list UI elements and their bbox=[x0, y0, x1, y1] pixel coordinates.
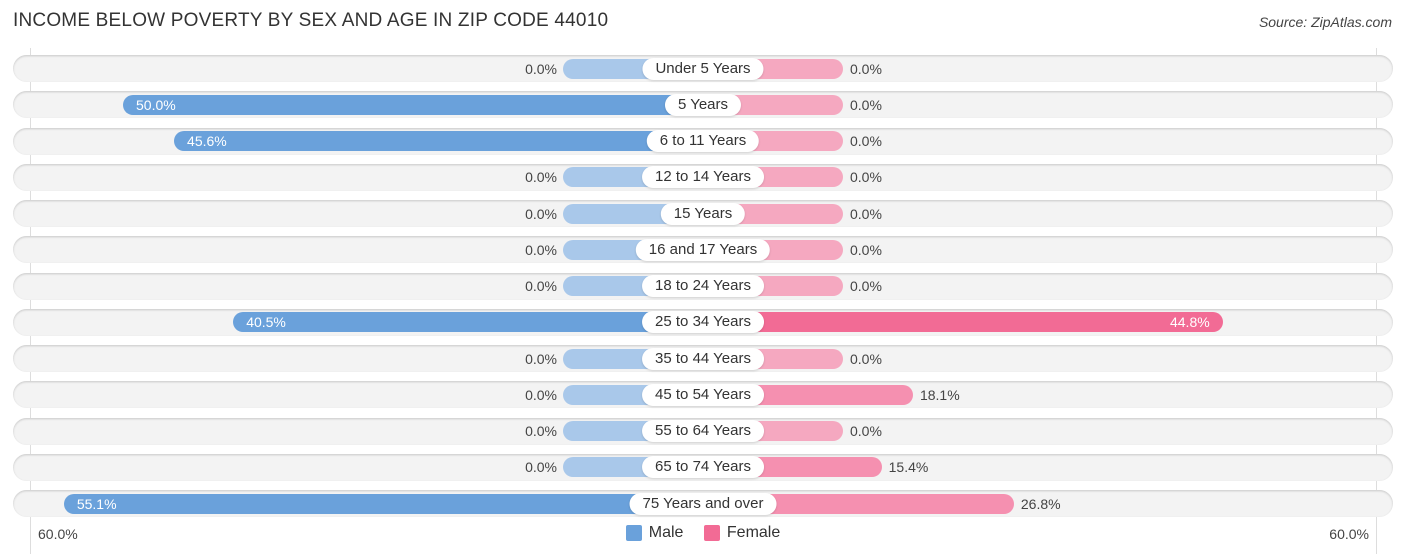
category-label: 55 to 64 Years bbox=[642, 420, 764, 442]
legend-swatch-male bbox=[625, 525, 642, 541]
value-label-male: 0.0% bbox=[525, 169, 557, 186]
legend: Male Female bbox=[0, 524, 1406, 546]
value-label-female: 0.0% bbox=[850, 278, 882, 294]
category-label: Under 5 Years bbox=[642, 57, 764, 80]
legend-item-male: Male bbox=[625, 524, 684, 542]
chart-title: INCOME BELOW POVERTY BY SEX AND AGE IN Z… bbox=[13, 10, 609, 31]
legend-label-female: Female bbox=[726, 524, 781, 541]
value-label-male: 0.0% bbox=[525, 423, 557, 439]
value-label-female: 0.0% bbox=[850, 133, 882, 149]
value-label-male: 40.5% bbox=[246, 314, 286, 331]
value-label-female: 18.1% bbox=[919, 386, 960, 403]
value-label-male: 0.0% bbox=[525, 241, 557, 258]
bar-male bbox=[123, 94, 703, 115]
value-label-male: 0.0% bbox=[525, 205, 557, 222]
category-label: 5 Years bbox=[664, 93, 742, 116]
value-label-female: 0.0% bbox=[850, 205, 882, 222]
bar-male bbox=[63, 493, 703, 514]
legend-swatch-female bbox=[703, 525, 720, 541]
value-label-male: 55.1% bbox=[76, 495, 117, 512]
value-label-female: 0.0% bbox=[850, 60, 882, 77]
category-label: 18 to 24 Years bbox=[642, 275, 764, 297]
bar-male bbox=[174, 131, 703, 151]
category-label: 15 Years bbox=[660, 202, 746, 225]
value-label-male: 0.0% bbox=[525, 278, 557, 294]
value-label-male: 45.6% bbox=[187, 133, 227, 149]
value-label-male: 0.0% bbox=[525, 386, 557, 403]
category-label: 16 and 17 Years bbox=[635, 238, 771, 261]
legend-item-female: Female bbox=[703, 524, 781, 542]
value-label-male: 0.0% bbox=[525, 350, 557, 367]
value-label-female: 15.4% bbox=[888, 459, 929, 476]
category-label: 45 to 54 Years bbox=[642, 383, 764, 406]
value-label-male: 50.0% bbox=[136, 96, 176, 113]
category-label: 12 to 14 Years bbox=[642, 166, 764, 189]
category-label: 75 Years and over bbox=[629, 492, 777, 515]
category-label: 35 to 44 Years bbox=[642, 347, 764, 370]
bar-male bbox=[233, 312, 703, 333]
value-label-female: 44.8% bbox=[1169, 314, 1210, 331]
value-label-female: 0.0% bbox=[850, 169, 882, 186]
category-label: 25 to 34 Years bbox=[642, 311, 764, 334]
value-label-male: 0.0% bbox=[525, 60, 557, 77]
category-label: 65 to 74 Years bbox=[642, 456, 764, 479]
value-label-female: 0.0% bbox=[850, 96, 882, 113]
value-label-female: 0.0% bbox=[850, 350, 882, 367]
source-credit: Source: ZipAtlas.com bbox=[1258, 14, 1392, 30]
value-label-female: 0.0% bbox=[850, 423, 882, 439]
category-label: 6 to 11 Years bbox=[646, 130, 760, 152]
legend-label-male: Male bbox=[648, 524, 684, 541]
bar-female bbox=[703, 312, 1223, 333]
value-label-male: 0.0% bbox=[525, 459, 557, 476]
value-label-female: 0.0% bbox=[850, 241, 882, 258]
value-label-female: 26.8% bbox=[1020, 495, 1061, 512]
